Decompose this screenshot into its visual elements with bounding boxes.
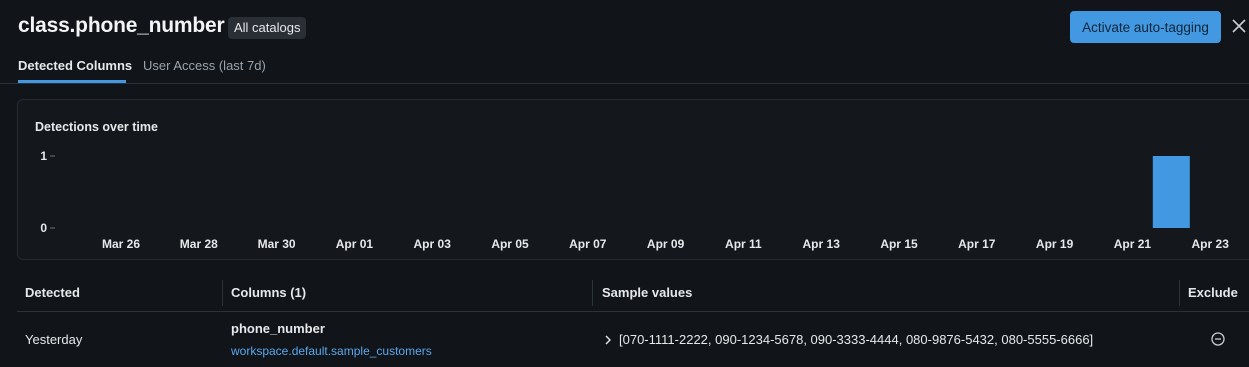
x-tick-label: Apr 01 [336, 237, 374, 251]
y-tick-label: 0 [40, 221, 47, 235]
header-detected: Detected [25, 285, 80, 300]
column-divider [1179, 280, 1180, 306]
minus-circle-icon[interactable] [1211, 332, 1225, 346]
tab-bar: Detected Columns User Access (last 7d) [0, 55, 1249, 84]
detections-chart: 0 1 Mar 26 Mar 28 Mar 30 Apr 01 Apr 03 Apr 05 Ap… [40, 149, 1230, 251]
column-path-link[interactable]: workspace.default.sample_customers [231, 344, 432, 358]
header-sample-values: Sample values [602, 285, 693, 300]
x-tick-label: Mar 28 [180, 237, 218, 251]
x-tick-label: Apr 17 [958, 237, 996, 251]
catalog-badge: All catalogs [228, 17, 307, 39]
column-divider [592, 280, 593, 306]
activate-auto-tagging-button[interactable]: Activate auto-tagging [1070, 11, 1221, 43]
x-tick-label: Apr 15 [880, 237, 918, 251]
x-tick-label: Apr 07 [569, 237, 607, 251]
x-tick-label: Apr 21 [1114, 237, 1152, 251]
x-tick-label: Apr 23 [1192, 237, 1230, 251]
chevron-right-icon[interactable] [604, 335, 612, 345]
chart-bar[interactable] [1152, 156, 1190, 228]
x-tick-label: Apr 11 [725, 237, 762, 251]
header-divider [17, 311, 1249, 312]
column-name: phone_number [231, 321, 325, 336]
x-tick-label: Apr 03 [414, 237, 452, 251]
column-divider [222, 280, 223, 306]
x-tick-label: Apr 05 [491, 237, 529, 251]
x-tick-label: Apr 19 [1036, 237, 1074, 251]
header-exclude: Exclude [1188, 285, 1238, 300]
page-title: class.phone_number [18, 14, 225, 37]
tab-detected-columns[interactable]: Detected Columns [18, 58, 132, 73]
tab-user-access[interactable]: User Access (last 7d) [143, 58, 266, 73]
close-icon[interactable] [1232, 19, 1246, 33]
x-tick-label: Mar 26 [102, 237, 140, 251]
detections-chart-panel: Detections over time 0 1 Mar 26 Mar 28 Mar 3… [17, 99, 1249, 260]
x-tick-label: Mar 30 [258, 237, 296, 251]
sample-values: [070-1111-2222, 090-1234-5678, 090-3333-… [619, 332, 1094, 347]
detected-time: Yesterday [25, 332, 83, 347]
active-tab-indicator [18, 80, 126, 83]
header-columns: Columns (1) [231, 285, 307, 300]
x-tick-label: Apr 09 [647, 237, 685, 251]
x-tick-label: Apr 13 [803, 237, 841, 251]
y-tick-label: 1 [40, 149, 47, 163]
